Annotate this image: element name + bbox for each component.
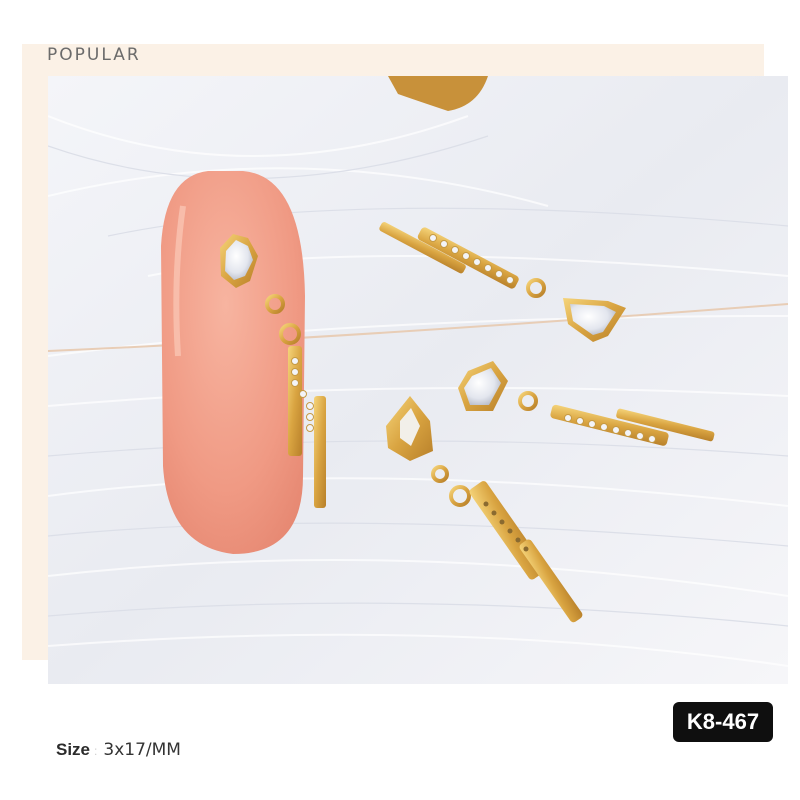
feather-background (48, 76, 788, 684)
product-code-badge: K8-467 (673, 702, 773, 742)
size-spec: Size:3x17/MM (56, 740, 181, 760)
section-heading: POPULAR (47, 45, 141, 65)
size-label: Size (56, 740, 91, 759)
product-photo (48, 76, 788, 684)
size-separator: : (94, 744, 98, 758)
size-value: 3x17/MM (103, 740, 181, 760)
